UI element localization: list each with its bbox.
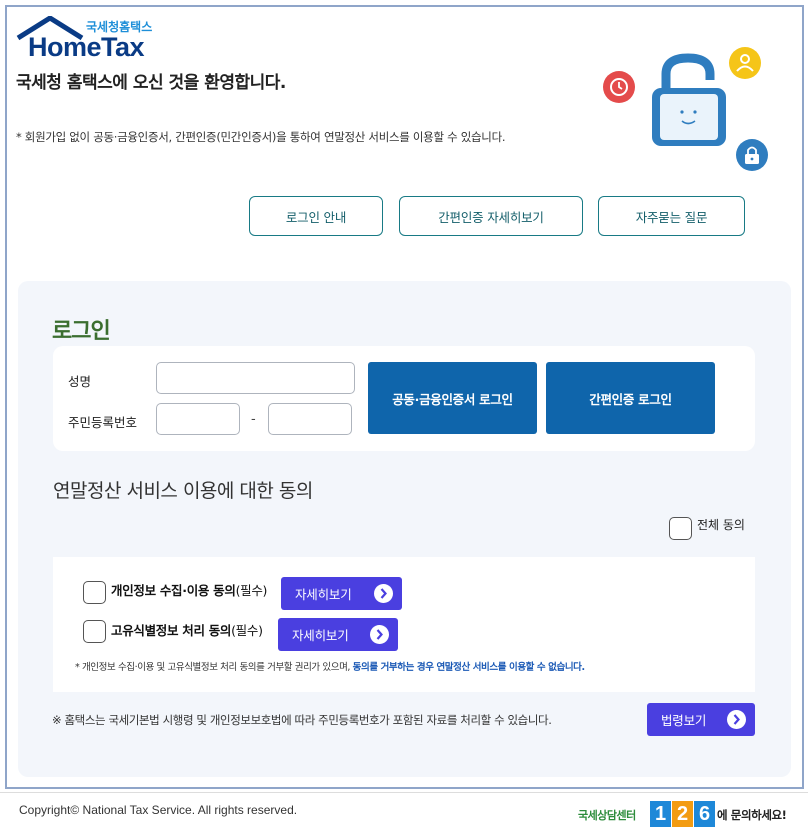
rrn-separator: - xyxy=(251,412,256,427)
agree-all-label: 전체 동의 xyxy=(697,518,745,532)
privacy-consent-label: 개인정보 수집·이용 동의(필수) xyxy=(111,583,268,598)
lock-icon xyxy=(736,139,768,171)
rrn-back-input[interactable] xyxy=(268,403,352,435)
welcome-heading: 국세청 홈택스에 오신 것을 환영합니다. xyxy=(16,73,286,93)
agree-all-checkbox[interactable] xyxy=(669,517,692,540)
privacy-detail-label: 자세히보기 xyxy=(295,587,352,602)
call-center-suffix: 에 문의하세요! xyxy=(717,808,787,822)
law-note: ※ 홈택스는 국세기본법 시행령 및 개인정보보호법에 따라 주민등록번호가 포… xyxy=(52,713,552,727)
call-digit: 1 xyxy=(650,801,671,827)
user-icon xyxy=(729,47,761,79)
call-center-number: 1 2 6 xyxy=(650,801,716,827)
name-input[interactable] xyxy=(156,362,355,394)
unique-id-consent-checkbox[interactable] xyxy=(83,620,106,643)
view-law-button[interactable]: 법령보기 xyxy=(647,703,755,736)
logo-text: HomeTax xyxy=(28,32,145,62)
padlock-open-icon xyxy=(652,53,726,146)
consent-footnote: * 개인정보 수집·이용 및 고유식별정보 처리 동의를 거부할 권리가 있으며… xyxy=(75,662,585,673)
call-digit: 2 xyxy=(672,801,693,827)
chevron-right-icon xyxy=(370,625,389,644)
login-guide-button[interactable]: 로그인 안내 xyxy=(249,196,383,236)
rrn-label: 주민등록번호 xyxy=(68,415,138,430)
name-label: 성명 xyxy=(68,374,92,389)
clock-icon xyxy=(603,71,635,103)
privacy-consent-checkbox[interactable] xyxy=(83,581,106,604)
service-notice: * 회원가입 없이 공동·금융인증서, 간편인증(민간인증서)을 통하여 연말정… xyxy=(16,130,506,144)
view-law-label: 법령보기 xyxy=(661,713,707,728)
call-center-label: 국세상담센터 xyxy=(578,809,636,822)
consent-title: 연말정산 서비스 이용에 대한 동의 xyxy=(53,480,313,502)
login-title: 로그인 xyxy=(52,319,111,344)
copyright: Copyright© National Tax Service. All rig… xyxy=(19,803,298,817)
faq-button[interactable]: 자주묻는 질문 xyxy=(598,196,745,236)
login-illustration xyxy=(603,47,768,171)
call-digit: 6 xyxy=(694,801,715,827)
simple-auth-login-button[interactable]: 간편인증 로그인 xyxy=(546,362,715,434)
unique-id-consent-label: 고유식별정보 처리 동의(필수) xyxy=(111,623,263,638)
call-center-banner[interactable]: 국세상담센터 1 2 6 에 문의하세요! xyxy=(578,801,793,829)
simple-auth-detail-button[interactable]: 간편인증 자세히보기 xyxy=(399,196,583,236)
privacy-detail-button[interactable]: 자세히보기 xyxy=(281,577,402,610)
footer-divider xyxy=(0,792,808,793)
chevron-right-icon xyxy=(374,584,393,603)
rrn-front-input[interactable] xyxy=(156,403,240,435)
unique-id-detail-label: 자세히보기 xyxy=(292,628,349,643)
cert-login-button[interactable]: 공동·금융인증서 로그인 xyxy=(368,362,537,434)
chevron-right-icon xyxy=(727,710,746,729)
unique-id-detail-button[interactable]: 자세히보기 xyxy=(278,618,398,651)
hometax-logo[interactable]: 국세청홈택스 HomeTax xyxy=(16,16,176,64)
